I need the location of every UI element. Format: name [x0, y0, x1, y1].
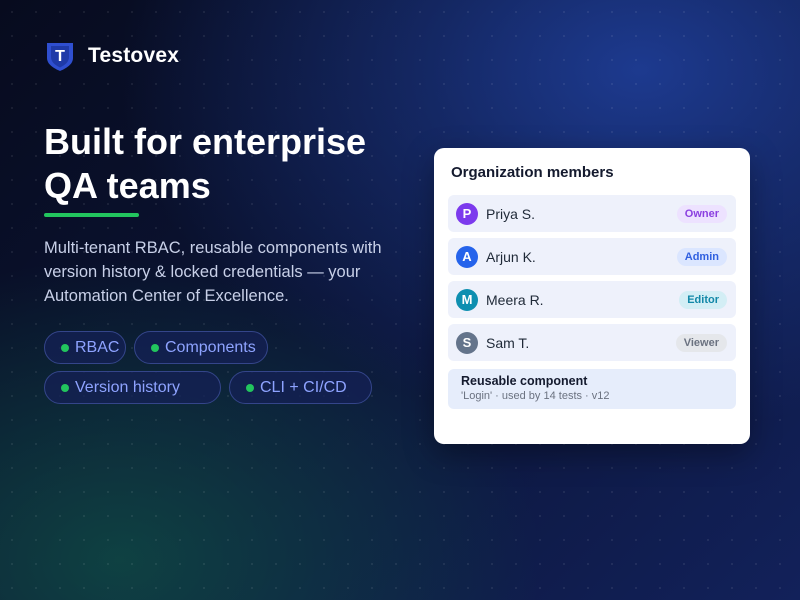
feature-chip-label: CLI + CI/CD — [260, 378, 347, 396]
logo-letter: T — [55, 48, 65, 65]
feature-chip-cli-cicd: CLI + CI/CD — [229, 371, 372, 404]
green-dot-icon — [61, 343, 69, 352]
avatar: A — [456, 245, 478, 268]
role-badge-viewer: Viewer — [675, 333, 727, 352]
hero-description: Multi-tenant RBAC, reusable components w… — [44, 239, 382, 305]
organization-members-card: Organization members P Priya S. Owner A … — [434, 148, 750, 444]
feature-chip-label: Version history — [75, 378, 180, 396]
green-dot-icon — [246, 383, 254, 392]
feature-chip-label: Components — [165, 338, 256, 356]
component-meta: 'Login' · used by 14 tests · v12 — [461, 390, 610, 402]
card-title: Organization members — [451, 164, 614, 181]
member-row-arjun[interactable]: A Arjun K. Admin — [448, 238, 736, 275]
feature-chip-version-history: Version history — [44, 371, 221, 404]
avatar: M — [456, 288, 478, 311]
feature-chip-label: RBAC — [75, 338, 120, 356]
brand-name: Testovex — [88, 44, 180, 67]
reusable-component-panel[interactable]: Reusable component 'Login' · used by 14 … — [448, 369, 736, 409]
shield-t-logo-icon: T — [47, 43, 73, 71]
member-row-sam[interactable]: S Sam T. Viewer — [448, 324, 736, 361]
role-badge-editor: Editor — [679, 290, 727, 309]
hero-headline: Built for enterprise QA teams — [44, 120, 404, 208]
role-badge-owner: Owner — [676, 204, 727, 223]
role-badge-admin: Admin — [676, 247, 727, 266]
feature-chip-rbac: RBAC — [44, 331, 126, 364]
member-name: Arjun K. — [486, 248, 536, 265]
member-name: Meera R. — [486, 291, 544, 308]
member-name: Sam T. — [486, 334, 530, 351]
feature-chip-components: Components — [134, 331, 268, 364]
brand[interactable]: T Testovex — [44, 40, 179, 72]
component-title: Reusable component — [461, 374, 588, 388]
member-name: Priya S. — [486, 205, 536, 222]
green-dot-icon — [151, 343, 159, 352]
headline-accent-bar — [44, 213, 139, 217]
headline-line-2: QA teams — [44, 165, 211, 206]
member-row-priya[interactable]: P Priya S. Owner — [448, 195, 736, 232]
green-dot-icon — [61, 383, 69, 392]
member-row-meera[interactable]: M Meera R. Editor — [448, 281, 736, 318]
headline-line-1: Built for enterprise — [44, 121, 367, 162]
avatar: S — [456, 331, 478, 354]
avatar: P — [456, 202, 478, 225]
